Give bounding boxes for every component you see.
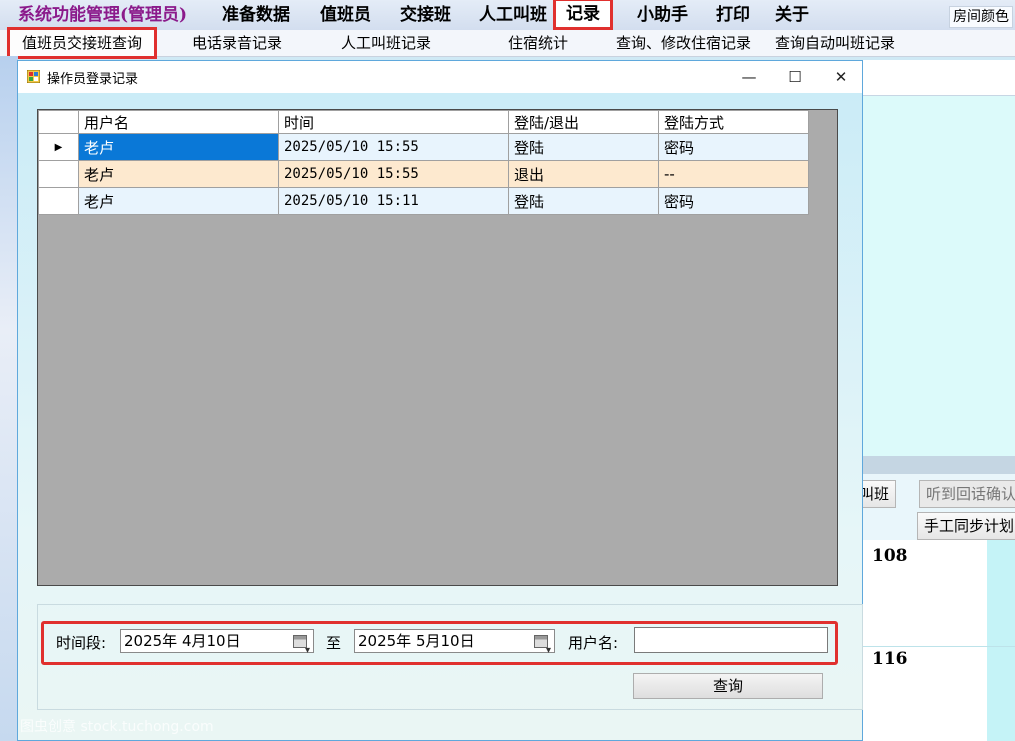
row-header-corner — [38, 110, 79, 134]
date-from-picker[interactable]: 2025年 4月10日 ▾ — [120, 629, 314, 656]
dialog-title: 操作员登录记录 — [47, 72, 139, 87]
room-number[interactable]: 108 — [872, 546, 908, 566]
table-header-row: 用户名 时间 登陆/退出 登陆方式 — [38, 110, 809, 134]
username-input[interactable] — [634, 627, 828, 653]
menu-bar: 系统功能管理(管理员) 准备数据 值班员 交接班 人工叫班 记录 小助手 打印 … — [0, 0, 1015, 31]
period-label: 时间段: — [56, 634, 107, 652]
filter-highlight: 时间段: 2025年 4月10日 ▾ 至 2025年 5月10日 ▾ 用户名: — [41, 621, 838, 665]
room-color-label[interactable]: 房间颜色 — [949, 6, 1013, 28]
room-number[interactable]: 116 — [872, 649, 908, 669]
menu-about[interactable]: 关于 — [775, 4, 809, 26]
minimize-icon[interactable]: — — [726, 61, 772, 93]
menu-print[interactable]: 打印 — [716, 4, 750, 26]
submenu-auto-call-records[interactable]: 查询自动叫班记录 — [775, 32, 895, 54]
date-to-picker[interactable]: 2025年 5月10日 ▾ — [354, 629, 555, 656]
confirm-reply-button[interactable]: 听到回话确认 — [919, 480, 1015, 508]
room-list-panel — [863, 540, 987, 741]
background-band — [863, 456, 1015, 474]
row-header[interactable] — [38, 160, 79, 188]
cell-action[interactable]: 退出 — [508, 160, 659, 188]
column-header-action[interactable]: 登陆/退出 — [508, 110, 659, 134]
calendar-icon[interactable]: ▾ — [534, 635, 551, 656]
submenu-handover-query[interactable]: 值班员交接班查询 — [6, 27, 158, 59]
maximize-icon[interactable]: ☐ — [772, 61, 818, 93]
query-button[interactable]: 查询 — [633, 673, 823, 699]
date-to-value: 2025年 5月10日 — [358, 632, 475, 650]
cell-user[interactable]: 老卢 — [78, 160, 279, 188]
table-row[interactable]: 老卢 2025/05/10 15:11 登陆 密码 — [38, 187, 809, 215]
menu-handover[interactable]: 交接班 — [400, 4, 451, 26]
background-left-edge — [0, 56, 18, 741]
table-row[interactable]: ▶ 老卢 2025/05/10 15:55 登陆 密码 — [38, 133, 809, 161]
manual-sync-button[interactable]: 手工同步计划 — [917, 512, 1015, 540]
background-top-panel — [863, 60, 1015, 96]
menu-system-admin[interactable]: 系统功能管理(管理员) — [18, 4, 187, 26]
login-records-grid[interactable]: 用户名 时间 登陆/退出 登陆方式 ▶ 老卢 2025/05/10 15:55 … — [37, 109, 838, 586]
column-header-method[interactable]: 登陆方式 — [658, 110, 809, 134]
column-header-time[interactable]: 时间 — [278, 110, 509, 134]
username-label: 用户名: — [568, 634, 619, 652]
login-records-dialog: 操作员登录记录 — ☐ ✕ 用户名 时间 登陆/退出 登陆方式 ▶ 老卢 202… — [17, 60, 863, 741]
row-pointer-icon[interactable]: ▶ — [38, 133, 79, 161]
submenu-manual-call-records[interactable]: 人工叫班记录 — [341, 32, 431, 54]
calendar-icon[interactable]: ▾ — [293, 635, 310, 656]
table-row[interactable]: 老卢 2025/05/10 15:55 退出 -- — [38, 160, 809, 188]
close-icon[interactable]: ✕ — [818, 61, 864, 93]
dropdown-caret-icon: ▾ — [545, 645, 551, 656]
room-divider — [863, 646, 1015, 647]
cell-method[interactable]: 密码 — [658, 187, 809, 215]
dropdown-caret-icon: ▾ — [304, 645, 310, 656]
watermark: 图虫创意 stock.tuchong.com — [20, 719, 214, 735]
background-cyan-panel — [863, 96, 1015, 456]
cell-time[interactable]: 2025/05/10 15:55 — [278, 133, 509, 161]
menu-manual-call[interactable]: 人工叫班 — [479, 4, 547, 26]
date-from-value: 2025年 4月10日 — [124, 632, 241, 650]
room-list-side — [987, 540, 1015, 741]
cell-action[interactable]: 登陆 — [508, 133, 659, 161]
menu-duty-officer[interactable]: 值班员 — [320, 4, 371, 26]
submenu-phone-recording[interactable]: 电话录音记录 — [192, 32, 282, 54]
cell-user[interactable]: 老卢 — [78, 187, 279, 215]
cell-method[interactable]: 密码 — [658, 133, 809, 161]
cell-time[interactable]: 2025/05/10 15:55 — [278, 160, 509, 188]
submenu-edit-lodging[interactable]: 查询、修改住宿记录 — [616, 32, 751, 54]
column-header-user[interactable]: 用户名 — [78, 110, 279, 134]
menu-prepare-data[interactable]: 准备数据 — [222, 4, 290, 26]
cell-time[interactable]: 2025/05/10 15:11 — [278, 187, 509, 215]
app-icon — [27, 70, 40, 83]
dialog-titlebar[interactable]: 操作员登录记录 — ☐ ✕ — [18, 61, 862, 93]
row-header[interactable] — [38, 187, 79, 215]
submenu-lodging-stats[interactable]: 住宿统计 — [508, 32, 568, 54]
to-label: 至 — [326, 634, 342, 652]
records-submenu: 值班员交接班查询 电话录音记录 人工叫班记录 住宿统计 查询、修改住宿记录 查询… — [0, 27, 1015, 59]
cell-action[interactable]: 登陆 — [508, 187, 659, 215]
cell-user[interactable]: 老卢 — [78, 133, 279, 161]
records-table: 用户名 时间 登陆/退出 登陆方式 ▶ 老卢 2025/05/10 15:55 … — [38, 110, 809, 215]
menu-assistant[interactable]: 小助手 — [637, 4, 688, 26]
menu-records[interactable]: 记录 — [553, 0, 613, 30]
cell-method[interactable]: -- — [658, 160, 809, 188]
